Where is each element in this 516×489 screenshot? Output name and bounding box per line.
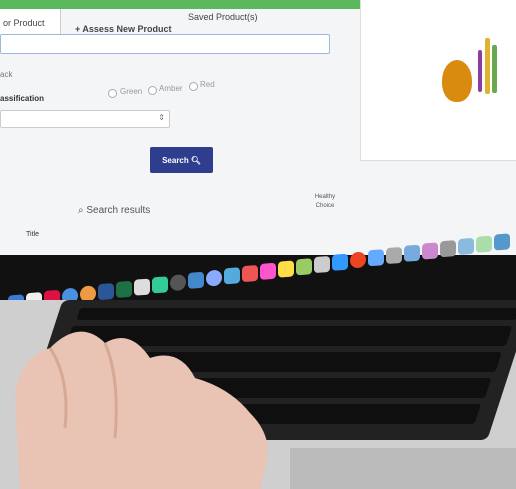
cutlery-illustration (478, 50, 482, 92)
search-icon: 🔍︎ (190, 155, 201, 165)
search-results-text: Search results (86, 205, 151, 216)
app-icon[interactable] (350, 251, 366, 269)
app-icon[interactable] (134, 278, 150, 296)
cutlery-illustration (485, 38, 490, 94)
search-button[interactable]: Search 🔍︎ (150, 147, 213, 173)
app-icon[interactable] (458, 237, 474, 256)
radio-red-label: Red (200, 80, 215, 89)
cutlery-illustration (492, 45, 497, 93)
app-icon[interactable] (296, 258, 312, 276)
app-icon[interactable] (368, 249, 384, 267)
radio-red[interactable] (189, 82, 198, 91)
tab-find-product[interactable]: or Product (0, 9, 61, 35)
select-arrows-icon: ⇕ (158, 113, 165, 122)
search-results-heading: ⌕ Search results (78, 205, 150, 216)
excel-icon[interactable] (116, 280, 132, 298)
radio-green[interactable] (108, 89, 117, 98)
app-icon[interactable] (278, 260, 294, 278)
app-icon[interactable] (152, 276, 168, 294)
app-icon[interactable] (188, 271, 204, 289)
app-topbar (0, 0, 380, 9)
app-icon[interactable] (404, 244, 420, 262)
app-icon[interactable] (386, 246, 402, 265)
app-icon[interactable] (332, 253, 348, 271)
radio-amber[interactable] (148, 86, 157, 95)
photo-scene: or Product + Assess New Product Saved Pr… (0, 0, 516, 489)
search-input-value: ack (0, 70, 13, 79)
title-column-header: Title (26, 231, 39, 238)
app-icon[interactable] (170, 274, 186, 292)
app-icon[interactable] (224, 267, 240, 285)
app-icon[interactable] (206, 269, 222, 287)
search-input[interactable] (0, 34, 330, 54)
trackpad[interactable] (290, 448, 516, 489)
tab-find-product-label: or Product (3, 18, 45, 28)
pear-illustration (442, 60, 472, 102)
tab-assess-new-product[interactable]: + Assess New Product (75, 24, 171, 34)
app-icon[interactable] (314, 255, 330, 274)
hand (15, 331, 268, 489)
word-icon[interactable] (98, 283, 114, 301)
search-button-label: Search (162, 155, 189, 165)
tab-saved-products[interactable]: Saved Product(s) (188, 12, 258, 22)
app-icon[interactable] (242, 265, 258, 283)
classification-label: assification (0, 94, 45, 103)
healthy-choice-column-header: Healthy Choice (314, 194, 336, 209)
app-icon[interactable] (260, 262, 276, 280)
app-icon[interactable] (422, 242, 438, 260)
search-icon: ⌕ (78, 205, 84, 216)
radio-green-label: Green (120, 87, 143, 96)
category-select[interactable]: ⇕ (0, 110, 170, 128)
app-icon[interactable] (494, 233, 510, 251)
radio-amber-label: Amber (159, 84, 183, 93)
app-icon[interactable] (440, 240, 456, 258)
app-icon[interactable] (476, 235, 492, 253)
